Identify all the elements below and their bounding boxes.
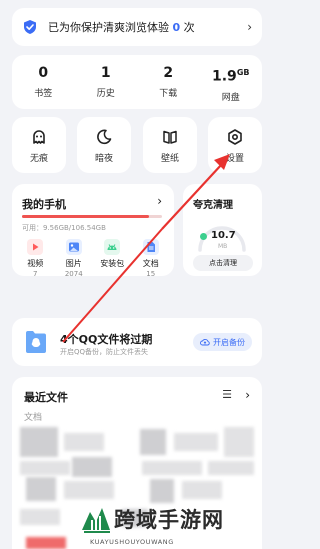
- file-thumbnail[interactable]: [20, 427, 58, 457]
- qq-folder-icon: [26, 331, 46, 353]
- watermark-text: 跨域手游网: [114, 508, 224, 532]
- qq-expiry-card[interactable]: 4个QQ文件将过期 开启QQ备份，防止文件丢失 开启备份: [12, 318, 262, 366]
- book-icon: [163, 130, 177, 144]
- file-thumbnail[interactable]: [208, 461, 254, 475]
- category-apk[interactable]: 安装包: [93, 239, 132, 278]
- watermark-subtext: KUAYUSHOUYOUWANG: [90, 538, 174, 546]
- android-icon: [104, 239, 121, 255]
- protection-banner[interactable]: 已为你保护清爽浏览体验 0 次 ›: [12, 8, 262, 46]
- gear-icon: [228, 129, 242, 145]
- stats-card: 0 书签 1 历史 2 下载 1.9GB 网盘: [12, 55, 262, 109]
- file-thumbnail[interactable]: [26, 477, 56, 501]
- status-dot: [200, 233, 207, 240]
- documents-section-label: 文档: [24, 413, 43, 423]
- shield-check-icon: [24, 20, 36, 34]
- cleaner-unit: MB: [218, 243, 228, 250]
- tool-wallpaper[interactable]: 壁纸: [143, 117, 197, 173]
- file-thumbnail[interactable]: [26, 537, 66, 549]
- protection-count: 0: [172, 21, 181, 34]
- category-video[interactable]: 视频 7: [16, 239, 55, 278]
- my-phone-title: 我的手机: [22, 198, 66, 211]
- file-thumbnail[interactable]: [72, 457, 112, 477]
- cleaner-value: 10.7: [211, 230, 236, 241]
- stat-cloud-drive[interactable]: 1.9GB 网盘: [200, 55, 263, 109]
- chevron-right-icon: ›: [157, 194, 162, 208]
- category-documents[interactable]: 文档 15: [132, 239, 171, 278]
- file-thumbnail[interactable]: [64, 433, 104, 451]
- recent-files-title: 最近文件: [24, 391, 68, 404]
- qq-expiry-title: 4个QQ文件将过期: [60, 333, 153, 346]
- file-thumbnail[interactable]: [174, 433, 218, 451]
- file-thumbnail[interactable]: [140, 429, 166, 455]
- stat-history[interactable]: 1 历史: [75, 55, 138, 109]
- file-thumbnail[interactable]: [20, 461, 70, 475]
- tool-settings[interactable]: 设置: [208, 117, 262, 173]
- stat-downloads[interactable]: 2 下载: [137, 55, 200, 109]
- enable-backup-button[interactable]: 开启备份: [193, 333, 252, 351]
- file-thumbnail[interactable]: [20, 509, 60, 525]
- document-icon: [142, 239, 159, 255]
- file-thumbnail[interactable]: [182, 481, 222, 499]
- tool-dark-mode[interactable]: 暗夜: [77, 117, 131, 173]
- my-phone-card[interactable]: 我的手机 › 可用：9.56GB/106.54GB 视频 7 图片 2074 安…: [12, 184, 174, 278]
- watermark-logo-icon: [82, 508, 110, 533]
- storage-bar-fill: [22, 215, 150, 218]
- clean-button[interactable]: 点击清理: [193, 255, 253, 271]
- file-thumbnail[interactable]: [142, 461, 202, 475]
- file-thumbnail[interactable]: [224, 427, 254, 457]
- sort-icon[interactable]: ☰: [222, 388, 232, 401]
- storage-caption: 可用：9.56GB/106.54GB: [22, 224, 106, 232]
- cloud-upload-icon: [200, 339, 210, 346]
- protection-text: 已为你保护清爽浏览体验 0 次: [48, 21, 195, 34]
- tool-incognito[interactable]: 无痕: [12, 117, 66, 173]
- stat-bookmarks[interactable]: 0 书签: [12, 55, 75, 109]
- moon-icon: [97, 129, 112, 145]
- category-images[interactable]: 图片 2074: [55, 239, 94, 278]
- storage-bar: [22, 215, 162, 218]
- video-icon: [27, 239, 44, 255]
- cleaner-card[interactable]: 夸克清理 10.7 MB 点击清理: [183, 184, 262, 276]
- chevron-right-icon[interactable]: ›: [245, 388, 250, 402]
- ghost-icon: [33, 130, 45, 144]
- file-thumbnail[interactable]: [64, 481, 114, 499]
- image-icon: [65, 239, 82, 255]
- chevron-right-icon: ›: [247, 20, 252, 34]
- cleaner-title: 夸克清理: [193, 200, 233, 211]
- qq-expiry-subtitle: 开启QQ备份，防止文件丢失: [60, 348, 149, 356]
- watermark: 跨域手游网 KUAYUSHOUYOUWANG: [80, 500, 272, 549]
